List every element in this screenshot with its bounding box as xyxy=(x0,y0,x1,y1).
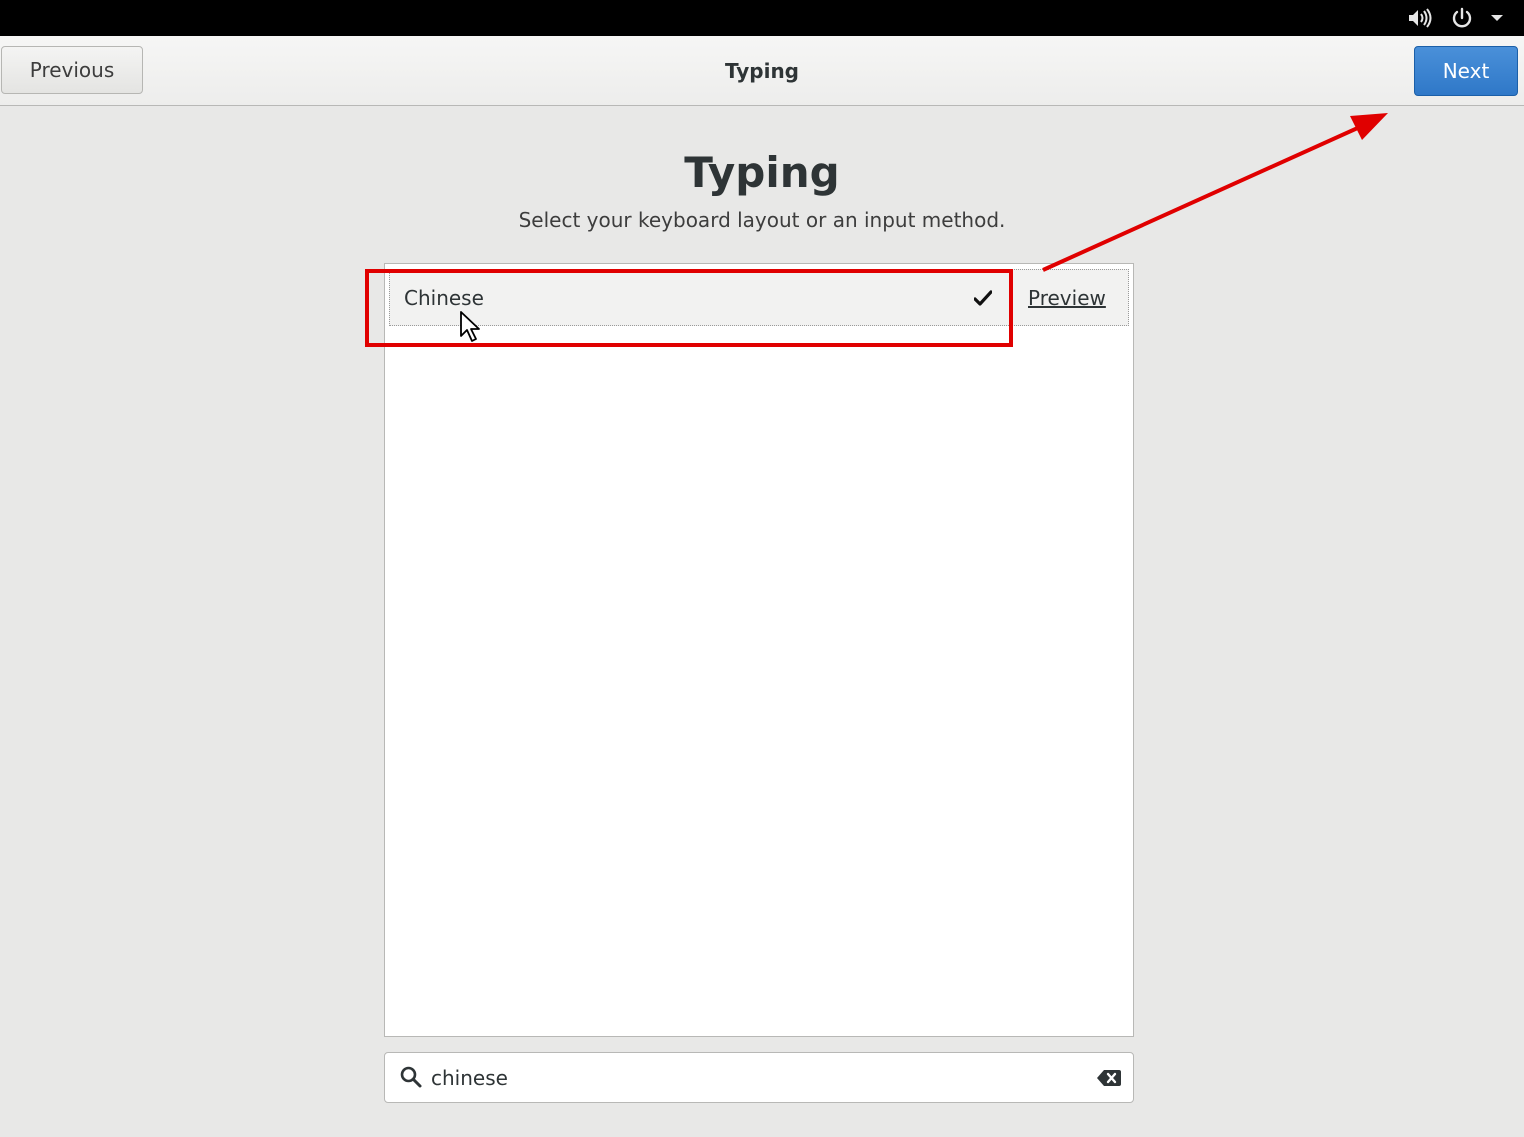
menu-arrow-icon[interactable] xyxy=(1486,0,1508,36)
checkmark-icon xyxy=(974,270,992,325)
header-title: Typing xyxy=(724,58,800,83)
power-icon[interactable] xyxy=(1448,0,1476,36)
volume-icon[interactable] xyxy=(1404,0,1436,36)
header-bar: Previous Typing Next xyxy=(0,36,1524,106)
list-item-label: Chinese xyxy=(404,285,484,310)
clear-search-icon[interactable] xyxy=(1096,1067,1122,1089)
search-icon xyxy=(399,1065,423,1089)
page-title: Typing xyxy=(684,148,840,197)
preview-link[interactable]: Preview xyxy=(1028,270,1106,325)
page-subtitle: Select your keyboard layout or an input … xyxy=(518,208,1006,232)
search-value[interactable]: chinese xyxy=(431,1053,508,1102)
layout-list[interactable]: Chinese Preview xyxy=(384,263,1134,1037)
list-item-chinese[interactable]: Chinese Preview xyxy=(389,269,1129,326)
search-input[interactable]: chinese xyxy=(384,1052,1134,1103)
previous-button[interactable]: Previous xyxy=(1,46,143,94)
top-bar xyxy=(0,0,1524,36)
next-button[interactable]: Next xyxy=(1414,46,1518,96)
